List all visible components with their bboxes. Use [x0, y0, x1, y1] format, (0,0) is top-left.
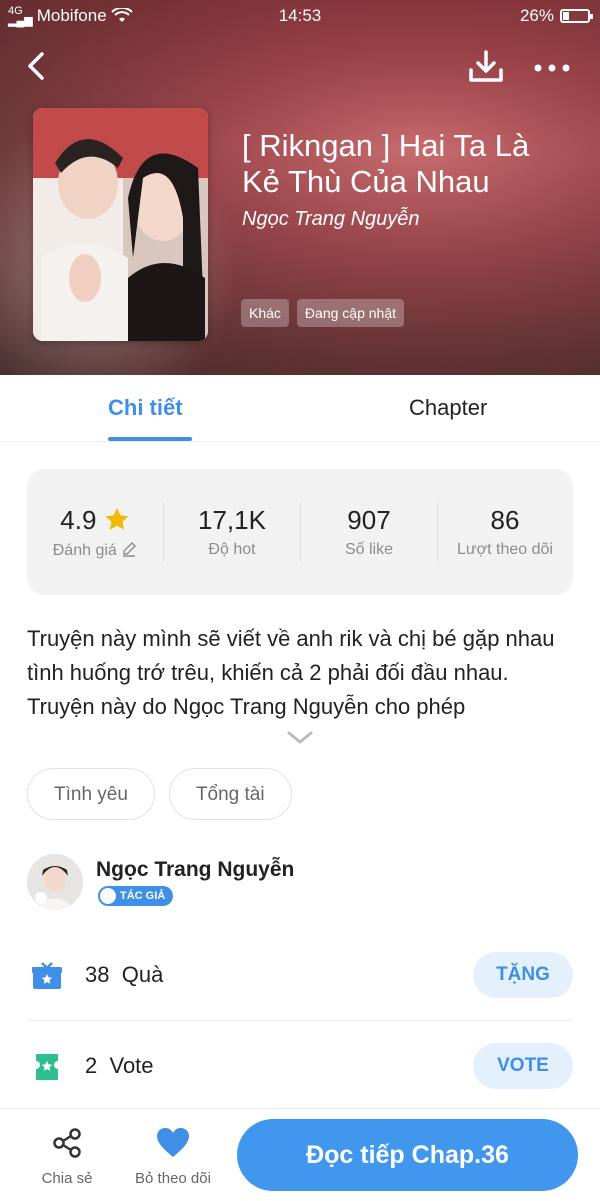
unfollow-button[interactable]: Bỏ theo dõi: [123, 1127, 223, 1187]
gift-count: 38: [85, 962, 110, 987]
gift-count-wrap: 38 Quà: [85, 962, 163, 988]
status-bar: 4G ▂▄▆ Mobifone 14:53 26%: [0, 0, 600, 32]
book-meta-chips: Khác Đang cập nhật: [241, 299, 404, 327]
stat-hot-label: Độ hot: [208, 541, 256, 558]
tab-chapter[interactable]: Chapter: [409, 395, 487, 421]
battery-level: [563, 12, 569, 20]
vote-count-wrap: 2 Vote: [85, 1053, 154, 1079]
continue-reading-button[interactable]: Đọc tiếp Chap.36: [237, 1119, 578, 1191]
share-button[interactable]: Chia sẻ: [17, 1127, 117, 1187]
expand-description-button[interactable]: [286, 730, 314, 746]
stat-hot-value: 17,1K: [198, 505, 266, 535]
tab-detail[interactable]: Chi tiết: [108, 395, 183, 421]
gift-icon: [32, 962, 62, 989]
stat-likes-label: Số like: [344, 541, 394, 558]
tag-list: Tình yêu Tổng tài: [27, 768, 292, 820]
book-description: Truyện này mình sẽ viết về anh rik và ch…: [27, 626, 555, 719]
download-icon: [469, 50, 503, 82]
vote-button[interactable]: VOTE: [473, 1043, 573, 1089]
stats-panel: 4.9 Đánh giá 17,1K Độ hot 907 Số like 86…: [27, 469, 573, 595]
stat-rating-value: 4.9: [60, 505, 97, 535]
stat-hot: 17,1K Độ hot: [164, 469, 300, 595]
share-label: Chia sẻ: [41, 1170, 93, 1187]
stat-followers: 86 Lượt theo dõi: [437, 469, 573, 595]
battery-percent: 26%: [519, 6, 554, 25]
vote-row: 2 Vote VOTE: [27, 1031, 573, 1103]
ticket-icon: [36, 1054, 58, 1080]
author-role-badge: TÁC GIẢ: [98, 886, 174, 906]
heart-icon: [157, 1128, 189, 1157]
author-badge-icon: [100, 888, 116, 904]
author-avatar[interactable]: [27, 854, 83, 910]
star-icon: [105, 508, 129, 530]
tag-chip[interactable]: Tổng tài: [168, 768, 292, 820]
vote-count: 2: [85, 1053, 98, 1078]
give-gift-button[interactable]: TẶNG: [473, 952, 573, 998]
more-icon: [534, 64, 570, 72]
status-right: 26%: [519, 6, 593, 26]
unfollow-label: Bỏ theo dõi: [135, 1170, 211, 1187]
back-button[interactable]: [22, 48, 52, 84]
edit-icon: [123, 542, 137, 557]
active-tab-indicator: [108, 437, 192, 441]
stat-rating-label-wrap: Đánh giá: [27, 541, 163, 560]
author-badge-label: TÁC GIẢ: [120, 890, 166, 902]
book-author[interactable]: Ngọc Trang Nguyễn: [242, 208, 420, 231]
more-options-button[interactable]: [532, 48, 572, 84]
back-arrow-icon: [28, 52, 44, 80]
stat-likes: 907 Số like: [301, 469, 437, 595]
stat-rating[interactable]: 4.9 Đánh giá: [27, 469, 163, 595]
divider: [27, 1020, 573, 1021]
download-button[interactable]: [466, 48, 506, 84]
tag-chip[interactable]: Tình yêu: [27, 768, 155, 820]
gift-row: 38 Quà TẶNG: [27, 940, 573, 1012]
stat-rating-label: Đánh giá: [52, 542, 117, 559]
stat-followers-label: Lượt theo dõi: [457, 541, 553, 558]
share-icon: [53, 1128, 81, 1158]
stat-likes-value: 907: [347, 505, 391, 535]
author-name[interactable]: Ngọc Trang Nguyễn: [96, 858, 294, 882]
vote-label: Vote: [109, 1053, 154, 1078]
book-cover-image[interactable]: [33, 108, 208, 341]
stat-followers-value: 86: [490, 505, 520, 535]
book-title: [ Rikngan ] Hai Ta Là Kẻ Thù Của Nhau: [242, 128, 530, 199]
stat-rating-value-wrap: 4.9: [27, 505, 163, 536]
status-time: 14:53: [278, 6, 322, 25]
tab-bar: Chi tiết Chapter: [0, 375, 600, 442]
battery-icon: [560, 9, 593, 23]
chevron-down-icon: [287, 731, 313, 744]
gift-label: Quà: [121, 962, 164, 987]
genre-chip[interactable]: Khác: [241, 299, 289, 327]
status-chip: Đang cập nhật: [296, 299, 404, 327]
bottom-action-bar: Chia sẻ Bỏ theo dõi Đọc tiếp Chap.36: [0, 1108, 600, 1201]
